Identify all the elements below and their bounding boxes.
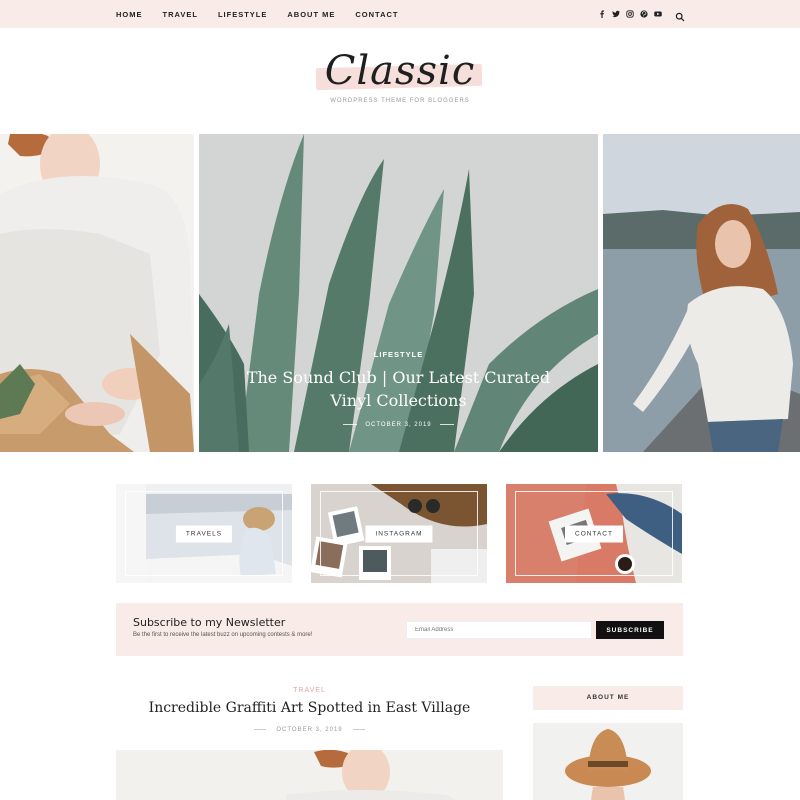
category-label[interactable]: INSTAGRAM [365, 525, 433, 542]
slide-title[interactable]: The Sound Club | Our Latest Curated Viny… [239, 366, 558, 412]
pinterest-icon[interactable] [640, 10, 648, 18]
youtube-icon[interactable] [654, 10, 662, 18]
slide-left-image [0, 134, 194, 452]
email-input[interactable] [406, 621, 592, 639]
search-icon[interactable] [675, 9, 685, 22]
nav-item-travel[interactable]: TRAVEL [163, 10, 198, 19]
newsletter-section: Subscribe to my Newsletter Be the first … [116, 603, 683, 656]
twitter-icon[interactable] [612, 10, 620, 18]
site-tagline: WORDPRESS THEME FOR BLOGGERS [330, 98, 470, 104]
category-label[interactable]: CONTACT [565, 525, 623, 542]
category-box-travels[interactable]: TRAVELS [116, 484, 292, 583]
slide-date-text: OCTOBER 3, 2019 [365, 422, 432, 428]
nav-item-home[interactable]: HOME [116, 10, 143, 19]
about-me-image [533, 723, 683, 800]
category-box-instagram[interactable]: INSTAGRAM [311, 484, 487, 583]
post-category[interactable]: TRAVEL [116, 687, 503, 694]
post-image [116, 750, 503, 800]
social-links [598, 0, 662, 28]
sidebar-heading-about: ABOUT ME [533, 686, 683, 710]
post-title[interactable]: Incredible Graffiti Art Spotted in East … [116, 700, 503, 716]
date-divider [343, 423, 358, 425]
date-divider [439, 423, 454, 425]
nav-item-about-me[interactable]: ABOUT ME [287, 10, 335, 19]
newsletter-title: Subscribe to my Newsletter [133, 616, 286, 629]
date-divider [254, 728, 267, 730]
slide-date: OCTOBER 3, 2019 [199, 422, 598, 428]
slide-right-image [603, 134, 800, 452]
slide-category[interactable]: LIFESTYLE [199, 350, 598, 359]
logo-text: Classic [324, 48, 476, 94]
post-featured-image[interactable] [116, 750, 503, 800]
slider-item-featured[interactable]: LIFESTYLE The Sound Club | Our Latest Cu… [199, 134, 598, 452]
slider-item-right[interactable] [603, 134, 800, 452]
instagram-icon[interactable] [626, 10, 634, 18]
date-divider [352, 728, 365, 730]
main-nav: HOME TRAVEL LIFESTYLE ABOUT ME CONTACT [116, 0, 398, 28]
nav-item-contact[interactable]: CONTACT [355, 10, 398, 19]
subscribe-button[interactable]: SUBSCRIBE [596, 621, 664, 639]
slider-item-left[interactable] [0, 134, 194, 452]
category-box-contact[interactable]: CONTACT [506, 484, 682, 583]
about-image [533, 723, 683, 800]
top-nav-bar: HOME TRAVEL LIFESTYLE ABOUT ME CONTACT [0, 0, 800, 28]
post-date: OCTOBER 3, 2019 [116, 727, 503, 733]
post-date-text: OCTOBER 3, 2019 [276, 727, 343, 733]
newsletter-subtitle: Be the first to receive the latest buzz … [133, 632, 313, 638]
facebook-icon[interactable] [598, 10, 606, 18]
nav-item-lifestyle[interactable]: LIFESTYLE [218, 10, 267, 19]
category-label[interactable]: TRAVELS [175, 525, 233, 542]
